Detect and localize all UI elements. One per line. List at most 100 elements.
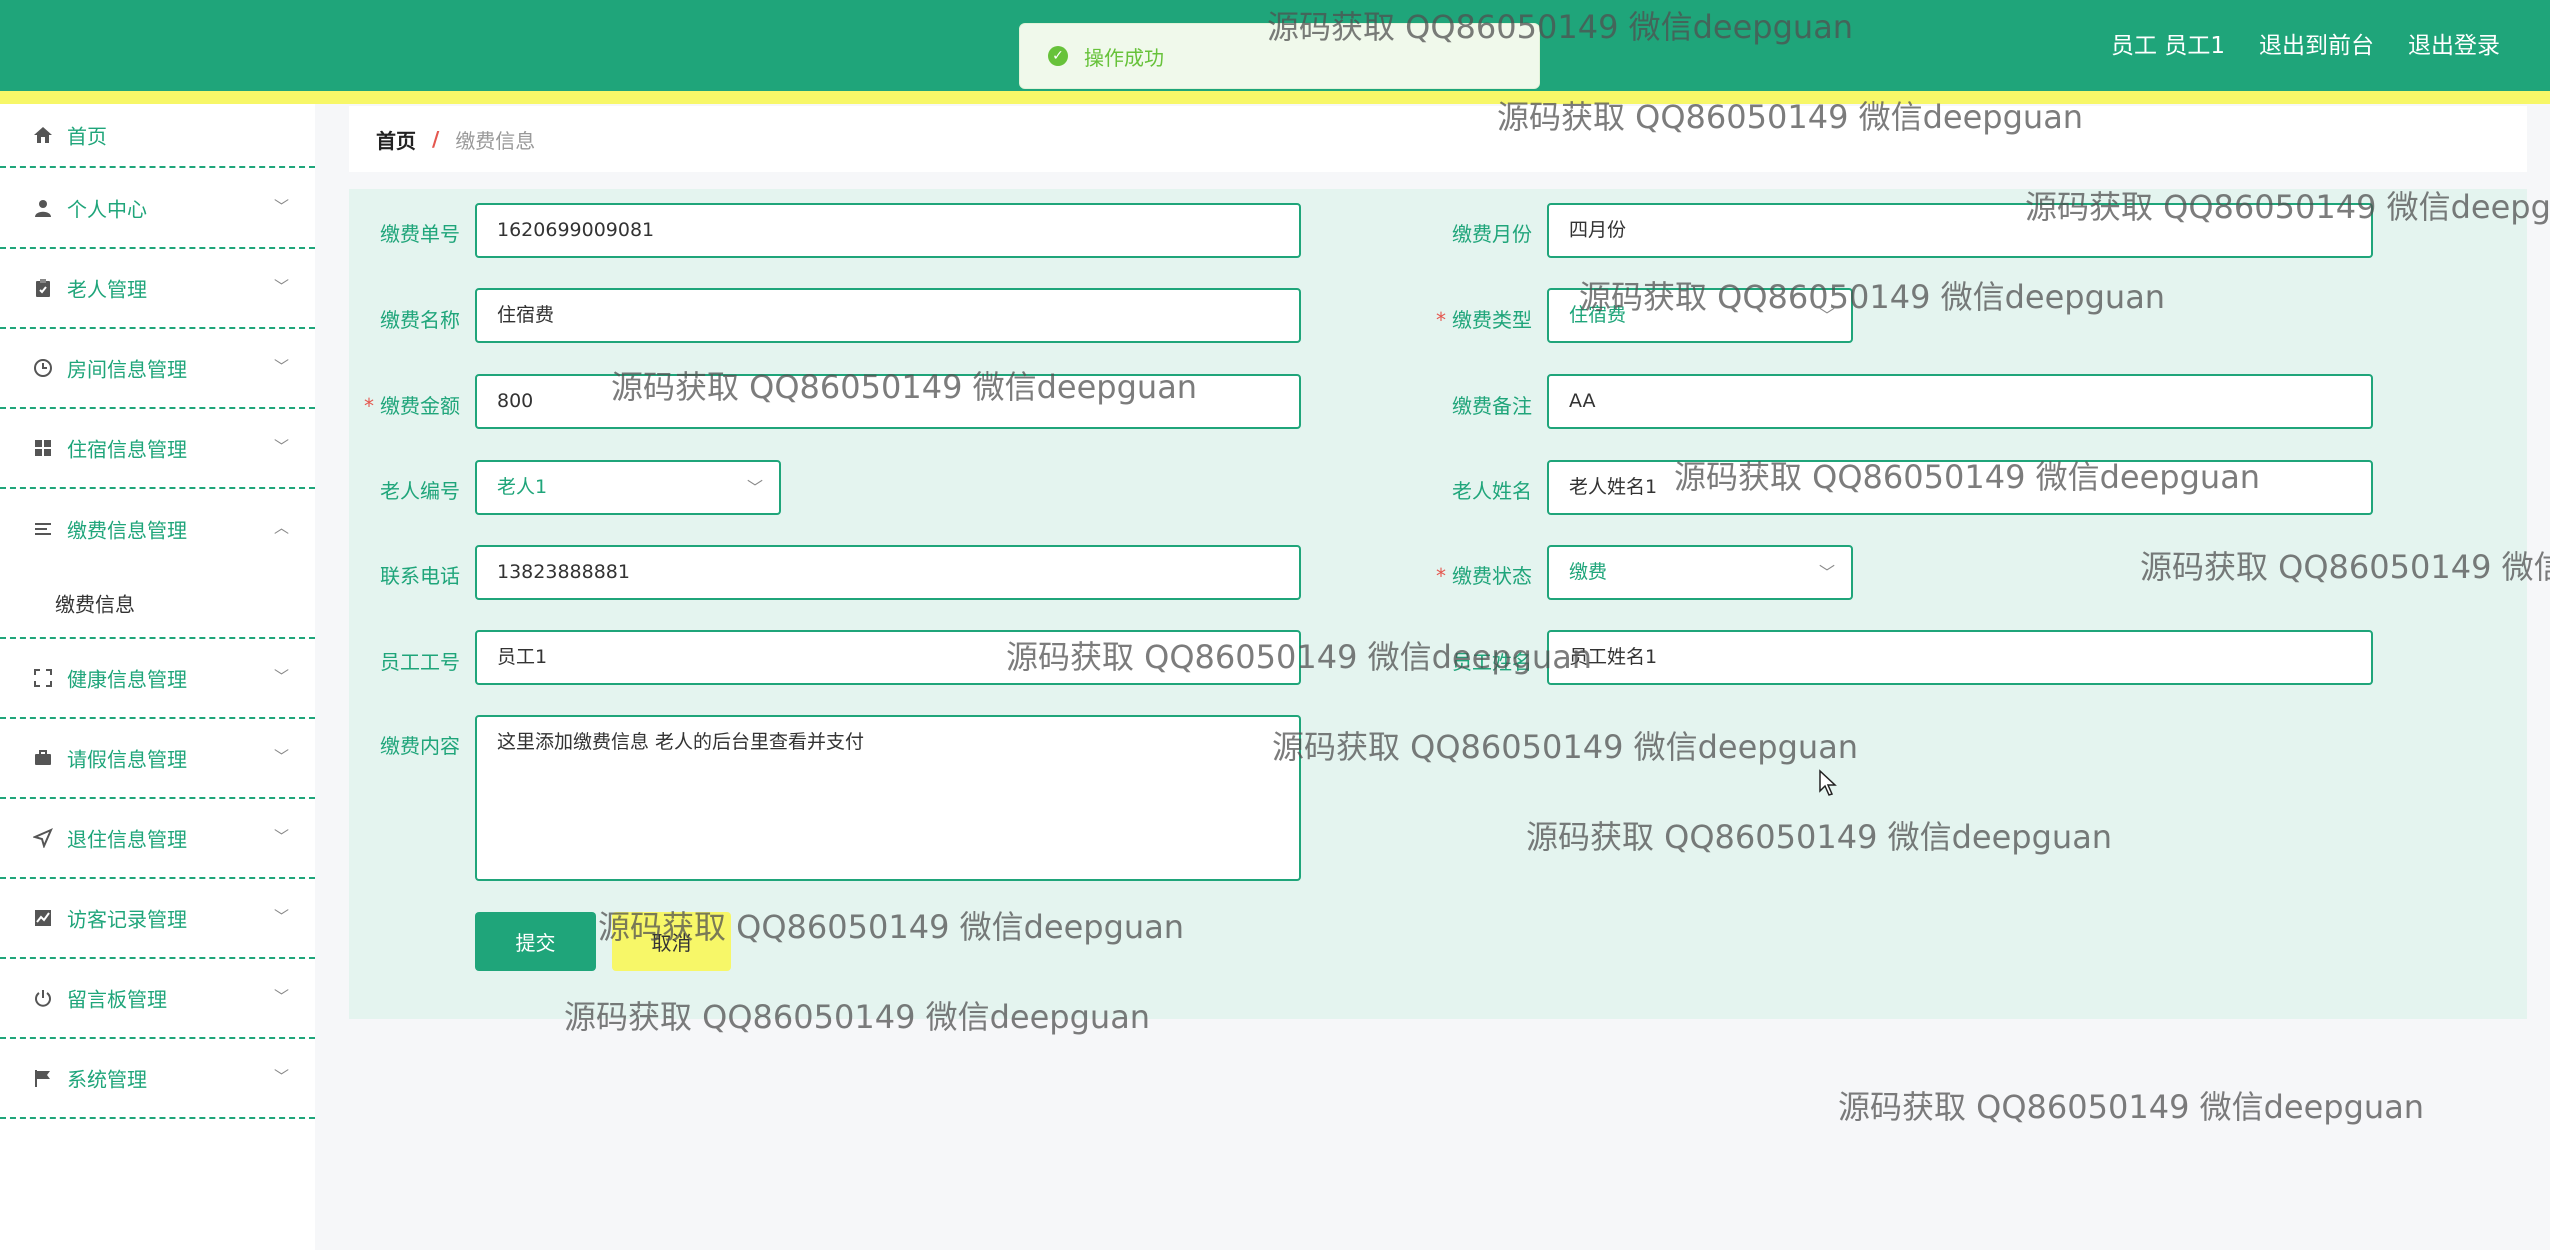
- payment-type-label-text: 缴费类型: [1452, 308, 1532, 332]
- toast-message: 操作成功: [1084, 45, 1164, 70]
- user-icon: [33, 198, 53, 218]
- grid-icon: [33, 438, 53, 458]
- chevron-down-icon: ﹀: [273, 196, 289, 215]
- staff-no-input[interactable]: 员工1: [475, 630, 1301, 685]
- remark-label: 缴费备注: [1452, 394, 1532, 418]
- breadcrumb: 首页 / 缴费信息: [349, 106, 2527, 172]
- sidebar: 首页 个人中心 ﹀ 老人管理 ﹀ 房间信息管理 ﹀ 住宿信息管理 ﹀ 缴费信息管…: [0, 104, 315, 1250]
- sidebar-item-label: 请假信息管理: [67, 747, 187, 772]
- chevron-down-icon: ﹀: [273, 667, 289, 686]
- cancel-button[interactable]: 取消: [612, 912, 731, 971]
- breadcrumb-separator: /: [432, 127, 440, 151]
- chevron-down-icon: ﹀: [273, 907, 289, 926]
- submit-button[interactable]: 提交: [475, 912, 596, 971]
- clock-icon: [33, 358, 53, 378]
- payment-name-label: 缴费名称: [380, 308, 460, 332]
- sidebar-item-message-board[interactable]: 留言板管理 ﹀: [0, 959, 315, 1039]
- sidebar-item-leave-info[interactable]: 请假信息管理 ﹀: [0, 719, 315, 799]
- sidebar-item-label: 留言板管理: [67, 987, 167, 1012]
- chevron-down-icon: ﹀: [273, 437, 289, 456]
- status-label-text: 缴费状态: [1452, 564, 1532, 588]
- phone-input[interactable]: 13823888881: [475, 545, 1301, 600]
- chevron-down-icon: ﹀: [273, 1067, 289, 1086]
- elder-name-input[interactable]: 老人姓名1: [1547, 460, 2373, 515]
- submenu-item-payment[interactable]: 缴费信息: [0, 569, 315, 639]
- current-user-label: 员工 员工1: [2111, 33, 2225, 59]
- status-select[interactable]: 缴费 ﹀: [1547, 545, 1853, 600]
- payment-type-select[interactable]: 住宿费 ﹀: [1547, 288, 1853, 343]
- amount-input[interactable]: 800: [475, 374, 1301, 429]
- watermark: 源码获取 QQ86050149 微信deepguan: [1838, 1088, 2425, 1126]
- logout-link[interactable]: 退出登录: [2408, 26, 2500, 60]
- chevron-down-icon: ﹀: [273, 987, 289, 1006]
- sidebar-item-health-info[interactable]: 健康信息管理 ﹀: [0, 639, 315, 719]
- payment-type-label: * 缴费类型: [1420, 304, 1532, 333]
- chevron-down-icon: ﹀: [273, 277, 289, 296]
- clipboard-icon: [33, 278, 53, 298]
- chevron-down-icon: ﹀: [1818, 306, 1835, 325]
- phone-label: 联系电话: [380, 564, 460, 588]
- elder-no-select[interactable]: 老人1 ﹀: [475, 460, 781, 515]
- chevron-down-icon: ﹀: [1818, 563, 1835, 582]
- header-links: 员工 员工1 退出到前台 退出登录: [2111, 26, 2500, 60]
- list-icon: [33, 519, 53, 539]
- content-textarea[interactable]: 这里添加缴费信息 老人的后台里查看并支付: [475, 715, 1301, 881]
- breadcrumb-home[interactable]: 首页: [376, 125, 416, 154]
- chevron-down-icon: ﹀: [273, 827, 289, 846]
- sidebar-item-system-management[interactable]: 系统管理 ﹀: [0, 1039, 315, 1119]
- sidebar-item-room-info[interactable]: 房间信息管理 ﹀: [0, 329, 315, 409]
- exit-to-frontend-link[interactable]: 退出到前台: [2259, 26, 2374, 60]
- staff-name-input[interactable]: 员工姓名1: [1547, 630, 2373, 685]
- chevron-down-icon: ﹀: [273, 357, 289, 376]
- sidebar-item-label: 系统管理: [67, 1067, 147, 1092]
- payment-name-input[interactable]: 住宿费: [475, 288, 1301, 343]
- sidebar-item-payment-info[interactable]: 缴费信息管理 ︿: [0, 489, 315, 569]
- mouse-cursor-icon: [1819, 769, 1837, 796]
- sidebar-item-label: 个人中心: [67, 197, 147, 221]
- success-toast: ✓ 操作成功: [1019, 23, 1540, 89]
- sidebar-item-personal-center[interactable]: 个人中心 ﹀: [0, 168, 315, 249]
- staff-no-label: 员工工号: [380, 650, 460, 674]
- sidebar-item-label: 首页: [67, 124, 107, 149]
- send-icon: [32, 828, 53, 849]
- chevron-down-icon: ﹀: [746, 478, 763, 497]
- elder-no-value: 老人1: [497, 476, 548, 498]
- remark-input[interactable]: AA: [1547, 374, 2373, 429]
- status-label: * 缴费状态: [1420, 560, 1532, 589]
- bill-no-input[interactable]: 1620699009081: [475, 203, 1301, 258]
- chevron-down-icon: ﹀: [273, 747, 289, 766]
- status-value: 缴费: [1569, 561, 1608, 583]
- sidebar-item-checkout-info[interactable]: 退住信息管理 ﹀: [0, 799, 315, 879]
- staff-name-label: 员工姓名: [1452, 650, 1532, 674]
- breadcrumb-current: 缴费信息: [455, 128, 536, 153]
- sidebar-item-label: 住宿信息管理: [67, 437, 187, 462]
- flag-icon: [33, 1068, 53, 1088]
- sidebar-item-elder-management[interactable]: 老人管理 ﹀: [0, 249, 315, 329]
- required-mark: *: [364, 394, 374, 418]
- month-label: 缴费月份: [1452, 222, 1532, 246]
- bill-no-label: 缴费单号: [380, 222, 460, 246]
- fullscreen-icon: [33, 668, 53, 688]
- amount-label-text: 缴费金额: [380, 394, 460, 418]
- home-icon: [33, 125, 53, 145]
- header-accent-strip: [0, 91, 2550, 104]
- power-icon: [33, 988, 53, 1008]
- sidebar-item-label: 健康信息管理: [67, 667, 187, 692]
- sidebar-item-home[interactable]: 首页: [0, 104, 315, 168]
- submenu-item-label: 缴费信息: [55, 592, 135, 617]
- sidebar-item-visitor-records[interactable]: 访客记录管理 ﹀: [0, 879, 315, 959]
- sidebar-item-label: 访客记录管理: [67, 907, 187, 932]
- amount-label: * 缴费金额: [360, 390, 460, 419]
- month-input[interactable]: 四月份: [1547, 203, 2373, 258]
- chevron-up-icon: ︿: [273, 518, 289, 537]
- check-circle-icon: ✓: [1048, 46, 1068, 66]
- required-mark: *: [1436, 564, 1446, 588]
- sidebar-item-label: 退住信息管理: [67, 827, 187, 852]
- elder-name-label: 老人姓名: [1452, 479, 1532, 503]
- sidebar-item-label: 缴费信息管理: [67, 518, 187, 543]
- sidebar-item-label: 老人管理: [67, 277, 147, 302]
- sidebar-item-label: 房间信息管理: [67, 357, 187, 382]
- sidebar-item-lodging-info[interactable]: 住宿信息管理 ﹀: [0, 409, 315, 489]
- briefcase-icon: [33, 748, 53, 768]
- elder-no-label: 老人编号: [380, 479, 460, 503]
